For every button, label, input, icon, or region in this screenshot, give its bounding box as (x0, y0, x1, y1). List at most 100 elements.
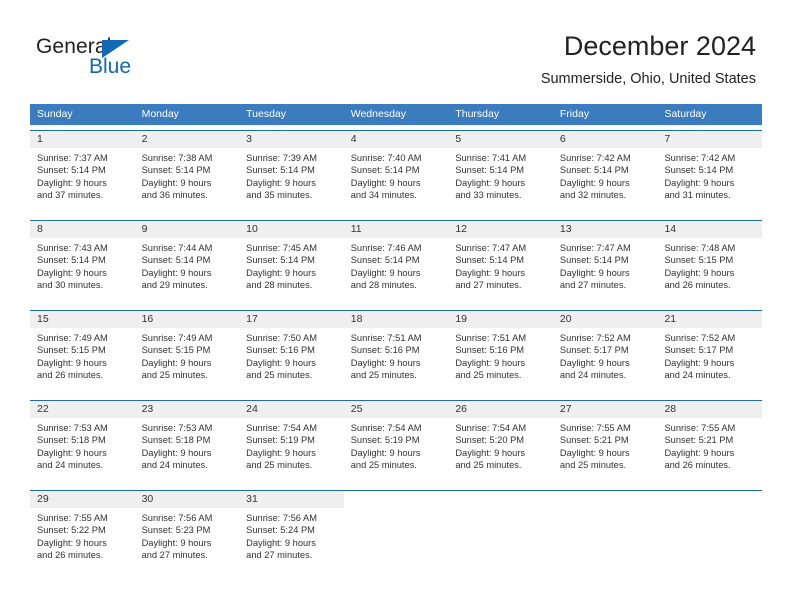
sunrise-text: Sunrise: 7:47 AM (455, 243, 527, 253)
day-cell[interactable]: 4 Sunrise: 7:40 AM Sunset: 5:14 PM Daylight… (343, 131, 449, 215)
daylight-text-line2: and 25 minutes. (246, 369, 313, 380)
day-details: Sunrise: 7:56 AM Sunset: 5:23 PM Daylight:… (134, 508, 240, 562)
day-details: Sunrise: 7:41 AM Sunset: 5:14 PM Daylight:… (448, 148, 553, 202)
day-cell[interactable]: 12 Sunrise: 7:47 AM Sunset: 5:14 PM Dayligh… (448, 221, 553, 305)
sunset-text: Sunset: 5:14 PM (350, 165, 420, 176)
sunset-text: Sunset: 5:24 PM (246, 525, 315, 536)
day-cell-empty (448, 491, 553, 575)
sunrise-text: Sunrise: 7:55 AM (664, 423, 736, 433)
day-cell[interactable]: 1 Sunrise: 7:37 AM Sunset: 5:14 PM Daylight… (30, 131, 135, 215)
sunrise-text: Sunrise: 7:50 AM (246, 333, 317, 343)
daylight-text-line2: and 28 minutes. (246, 279, 313, 290)
day-number: 7 (657, 131, 763, 148)
day-details: Sunrise: 7:52 AM Sunset: 5:17 PM Daylight:… (552, 328, 658, 382)
day-number: 9 (134, 221, 240, 238)
day-cell[interactable]: 11 Sunrise: 7:46 AM Sunset: 5:14 PM Dayligh… (343, 221, 449, 305)
day-cell[interactable]: 6 Sunrise: 7:42 AM Sunset: 5:14 PM Daylight… (552, 131, 658, 215)
daylight-text-line2: and 28 minutes. (350, 279, 417, 290)
location-subtitle: Summerside, Ohio, United States (540, 71, 756, 87)
day-cell[interactable]: 18 Sunrise: 7:51 AM Sunset: 5:16 PM Dayligh… (343, 311, 449, 395)
day-cell[interactable]: 22 Sunrise: 7:53 AM Sunset: 5:18 PM Dayligh… (30, 401, 135, 485)
day-cell[interactable]: 23 Sunrise: 7:53 AM Sunset: 5:18 PM Dayligh… (134, 401, 240, 485)
day-cell[interactable]: 7 Sunrise: 7:42 AM Sunset: 5:14 PM Daylight… (657, 131, 763, 215)
day-cell[interactable]: 31 Sunrise: 7:56 AM Sunset: 5:24 PM Dayligh… (239, 491, 344, 575)
daylight-text-line2: and 25 minutes. (455, 369, 522, 380)
sunrise-text: Sunrise: 7:49 AM (37, 333, 108, 343)
day-cell[interactable]: 2 Sunrise: 7:38 AM Sunset: 5:14 PM Daylight… (134, 131, 240, 215)
day-cell[interactable]: 17 Sunrise: 7:50 AM Sunset: 5:16 PM Dayligh… (239, 311, 344, 395)
sunset-text: Sunset: 5:14 PM (37, 165, 106, 176)
day-details: Sunrise: 7:47 AM Sunset: 5:14 PM Daylight:… (448, 238, 553, 292)
day-details: Sunrise: 7:45 AM Sunset: 5:14 PM Daylight:… (239, 238, 344, 292)
day-number: 23 (134, 401, 240, 418)
day-cell[interactable]: 5 Sunrise: 7:41 AM Sunset: 5:14 PM Daylight… (448, 131, 553, 215)
day-details: Sunrise: 7:55 AM Sunset: 5:22 PM Daylight:… (30, 508, 135, 562)
sunrise-text: Sunrise: 7:42 AM (664, 153, 736, 163)
weekday-header-thursday: Thursday (455, 108, 500, 120)
sunset-text: Sunset: 5:14 PM (664, 165, 734, 176)
sunrise-text: Sunrise: 7:51 AM (455, 333, 527, 343)
week-cells: 15 Sunrise: 7:49 AM Sunset: 5:15 PM Dayligh… (30, 311, 763, 395)
weekday-header-monday: Monday (141, 108, 179, 120)
week-cells: 8 Sunrise: 7:43 AM Sunset: 5:14 PM Daylight… (30, 221, 763, 305)
day-cell[interactable]: 30 Sunrise: 7:56 AM Sunset: 5:23 PM Dayligh… (134, 491, 240, 575)
daylight-text-line2: and 25 minutes. (246, 459, 313, 470)
daylight-text-line2: and 25 minutes. (455, 459, 522, 470)
day-details (552, 508, 658, 512)
day-cell[interactable]: 3 Sunrise: 7:39 AM Sunset: 5:14 PM Daylight… (239, 131, 344, 215)
sunrise-text: Sunrise: 7:38 AM (141, 153, 213, 163)
day-number: 14 (657, 221, 763, 238)
day-cell[interactable]: 25 Sunrise: 7:54 AM Sunset: 5:19 PM Dayligh… (343, 401, 449, 485)
daylight-text-line2: and 35 minutes. (246, 189, 313, 200)
sunset-text: Sunset: 5:14 PM (246, 255, 315, 266)
sunset-text: Sunset: 5:15 PM (664, 255, 734, 266)
day-cell[interactable]: 29 Sunrise: 7:55 AM Sunset: 5:22 PM Dayligh… (30, 491, 135, 575)
daylight-text-line1: Daylight: 9 hours (455, 447, 526, 458)
day-details: Sunrise: 7:56 AM Sunset: 5:24 PM Daylight:… (239, 508, 344, 562)
day-cell-empty (657, 491, 763, 575)
day-number: 13 (552, 221, 658, 238)
day-details (448, 508, 553, 512)
daylight-text-line2: and 24 minutes. (37, 459, 104, 470)
day-cell[interactable]: 14 Sunrise: 7:48 AM Sunset: 5:15 PM Dayligh… (657, 221, 763, 305)
day-cell[interactable]: 16 Sunrise: 7:49 AM Sunset: 5:15 PM Dayligh… (134, 311, 240, 395)
day-cell[interactable]: 10 Sunrise: 7:45 AM Sunset: 5:14 PM Dayligh… (239, 221, 344, 305)
day-details: Sunrise: 7:53 AM Sunset: 5:18 PM Daylight:… (134, 418, 240, 472)
day-cell[interactable]: 9 Sunrise: 7:44 AM Sunset: 5:14 PM Daylight… (134, 221, 240, 305)
sunrise-text: Sunrise: 7:37 AM (37, 153, 108, 163)
day-cell[interactable]: 26 Sunrise: 7:54 AM Sunset: 5:20 PM Dayligh… (448, 401, 553, 485)
sunrise-text: Sunrise: 7:55 AM (559, 423, 631, 433)
daylight-text-line1: Daylight: 9 hours (455, 267, 526, 278)
day-cell[interactable]: 21 Sunrise: 7:52 AM Sunset: 5:17 PM Dayligh… (657, 311, 763, 395)
sunset-text: Sunset: 5:18 PM (37, 435, 106, 446)
sunset-text: Sunset: 5:14 PM (246, 165, 315, 176)
general-blue-logo[interactable]: General Blue (36, 36, 236, 88)
day-details: Sunrise: 7:43 AM Sunset: 5:14 PM Daylight:… (30, 238, 135, 292)
day-details: Sunrise: 7:54 AM Sunset: 5:19 PM Daylight:… (343, 418, 449, 472)
day-cell[interactable]: 24 Sunrise: 7:54 AM Sunset: 5:19 PM Dayligh… (239, 401, 344, 485)
sunset-text: Sunset: 5:14 PM (559, 255, 629, 266)
daylight-text-line2: and 24 minutes. (141, 459, 208, 470)
day-number: 16 (134, 311, 240, 328)
sunset-text: Sunset: 5:18 PM (141, 435, 211, 446)
day-cell[interactable]: 28 Sunrise: 7:55 AM Sunset: 5:21 PM Dayligh… (657, 401, 763, 485)
daylight-text-line2: and 29 minutes. (141, 279, 208, 290)
day-cell[interactable]: 13 Sunrise: 7:47 AM Sunset: 5:14 PM Dayligh… (552, 221, 658, 305)
daylight-text-line1: Daylight: 9 hours (246, 357, 316, 368)
daylight-text-line2: and 27 minutes. (141, 549, 208, 560)
day-number: 15 (30, 311, 135, 328)
daylight-text-line2: and 26 minutes. (37, 549, 104, 560)
daylight-text-line1: Daylight: 9 hours (37, 537, 107, 548)
day-cell[interactable]: 20 Sunrise: 7:52 AM Sunset: 5:17 PM Dayligh… (552, 311, 658, 395)
day-number: 30 (134, 491, 240, 508)
day-cell[interactable]: 19 Sunrise: 7:51 AM Sunset: 5:16 PM Dayligh… (448, 311, 553, 395)
day-details: Sunrise: 7:54 AM Sunset: 5:19 PM Daylight:… (239, 418, 344, 472)
day-cell[interactable]: 15 Sunrise: 7:49 AM Sunset: 5:15 PM Dayligh… (30, 311, 135, 395)
day-cell[interactable]: 27 Sunrise: 7:55 AM Sunset: 5:21 PM Dayligh… (552, 401, 658, 485)
sunrise-text: Sunrise: 7:52 AM (559, 333, 631, 343)
daylight-text-line1: Daylight: 9 hours (141, 447, 212, 458)
day-number: 17 (239, 311, 344, 328)
day-details: Sunrise: 7:51 AM Sunset: 5:16 PM Daylight:… (343, 328, 449, 382)
day-cell[interactable]: 8 Sunrise: 7:43 AM Sunset: 5:14 PM Daylight… (30, 221, 135, 305)
sunset-text: Sunset: 5:14 PM (141, 165, 211, 176)
